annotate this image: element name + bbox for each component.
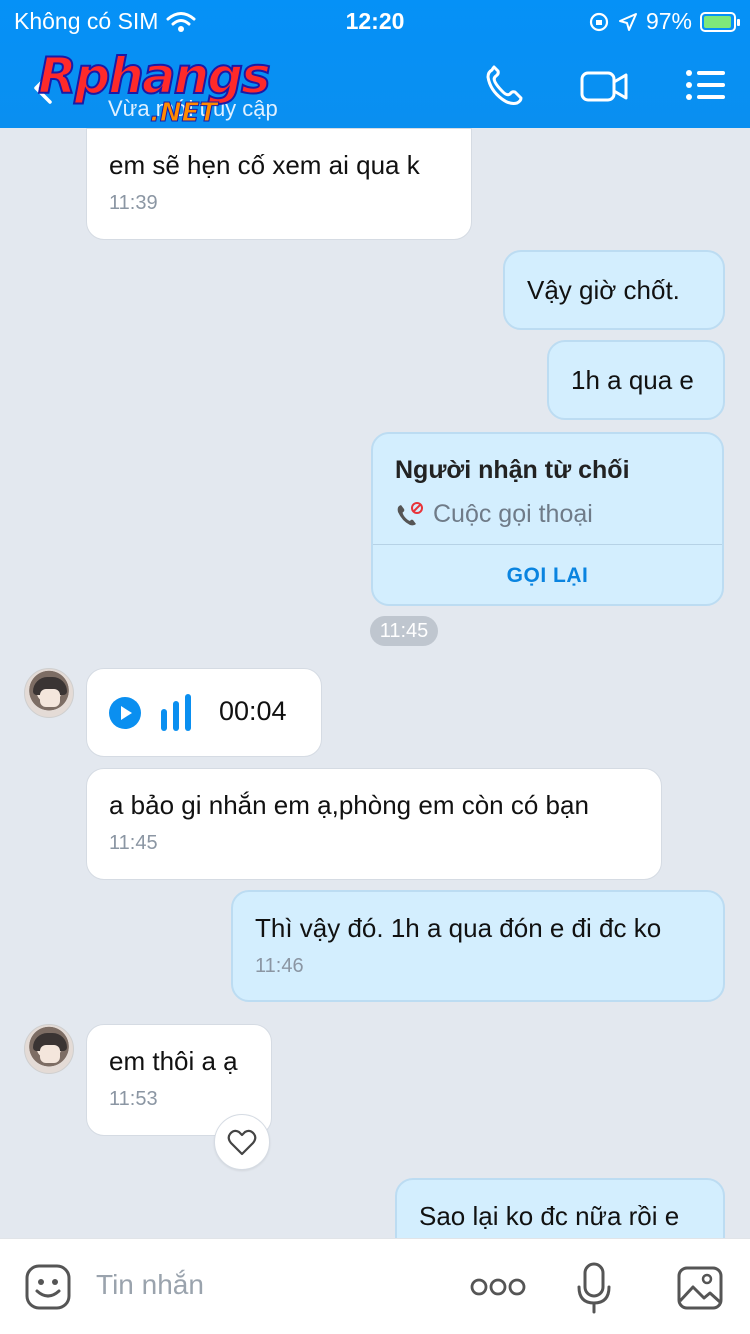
microphone-icon[interactable] (574, 1261, 614, 1315)
message-bubble-outgoing[interactable]: 1h a qua e (547, 340, 725, 420)
timestamp-pill: 11:45 (370, 616, 438, 646)
battery-icon (700, 11, 740, 32)
heart-icon (227, 1129, 257, 1156)
status-bar: Không có SIM 12:20 97% (0, 0, 750, 42)
battery-percent: 97% (645, 8, 692, 34)
phone-icon[interactable] (480, 64, 532, 108)
message-text: em sẽ hẹn cố xem ai qua k (109, 150, 420, 180)
message-input[interactable]: Tin nhắn (96, 1269, 204, 1301)
audio-wave-icon (161, 694, 191, 731)
call-back-button[interactable]: GỌI LẠI (373, 564, 722, 588)
more-options-icon[interactable] (470, 1273, 526, 1301)
orientation-lock-icon (589, 12, 609, 31)
missed-call-card: Người nhận từ chối Cuộc gọi thoại GỌI LẠ… (371, 432, 724, 606)
message-time: 11:45 (109, 832, 158, 854)
message-bubble-incoming[interactable]: a bảo gi nhắn em ạ,phòng em còn có bạn 1… (86, 768, 662, 880)
image-picker-icon[interactable] (676, 1265, 724, 1311)
message-text: a bảo gi nhắn em ạ,phòng em còn có bạn (109, 790, 589, 820)
message-text: Sao lại ko đc nữa rồi e (419, 1201, 680, 1231)
message-text: 1h a qua e (571, 365, 694, 395)
voice-message[interactable]: 00:04 (86, 668, 322, 757)
call-declined-icon (397, 501, 423, 525)
chat-area[interactable]: em sẽ hẹn cố xem ai qua k 11:39 Vậy giờ … (0, 128, 750, 1238)
call-type-label: Cuộc gọi thoại (433, 500, 593, 528)
menu-icon[interactable] (682, 64, 734, 108)
voice-duration: 00:04 (219, 696, 287, 726)
nav-bar: Vừa mới truy cập Rphangs .NET (0, 47, 750, 129)
divider (373, 544, 722, 545)
contact-avatar[interactable] (24, 668, 74, 718)
message-time: 11:46 (255, 955, 304, 977)
play-icon[interactable] (109, 697, 141, 729)
message-bubble-outgoing[interactable]: Thì vậy đó. 1h a qua đón e đi đc ko 11:4… (231, 890, 725, 1002)
like-reaction-button[interactable] (214, 1114, 270, 1170)
message-time: 11:39 (109, 192, 158, 214)
message-text: Thì vậy đó. 1h a qua đón e đi đc ko (255, 913, 662, 943)
contact-avatar[interactable] (24, 1024, 74, 1074)
message-bubble-outgoing[interactable]: Vậy giờ chốt. (503, 250, 725, 330)
sticker-icon[interactable] (24, 1263, 72, 1311)
location-icon (618, 12, 637, 31)
watermark-logo: Rphangs (37, 47, 272, 105)
message-text: Vậy giờ chốt. (527, 275, 680, 305)
message-input-bar: Tin nhắn (0, 1238, 750, 1334)
message-bubble-incoming[interactable]: em sẽ hẹn cố xem ai qua k 11:39 (86, 128, 472, 240)
video-call-icon[interactable] (578, 64, 630, 108)
call-status-title: Người nhận từ chối (395, 456, 630, 484)
message-time: 11:53 (109, 1088, 158, 1110)
message-bubble-outgoing[interactable]: Sao lại ko đc nữa rồi e (395, 1178, 725, 1238)
watermark-logo-suffix: .NET (149, 98, 218, 129)
message-text: em thôi a ạ (109, 1046, 238, 1076)
chat-header: Không có SIM 12:20 97% Vừa mới truy cập (0, 0, 750, 129)
